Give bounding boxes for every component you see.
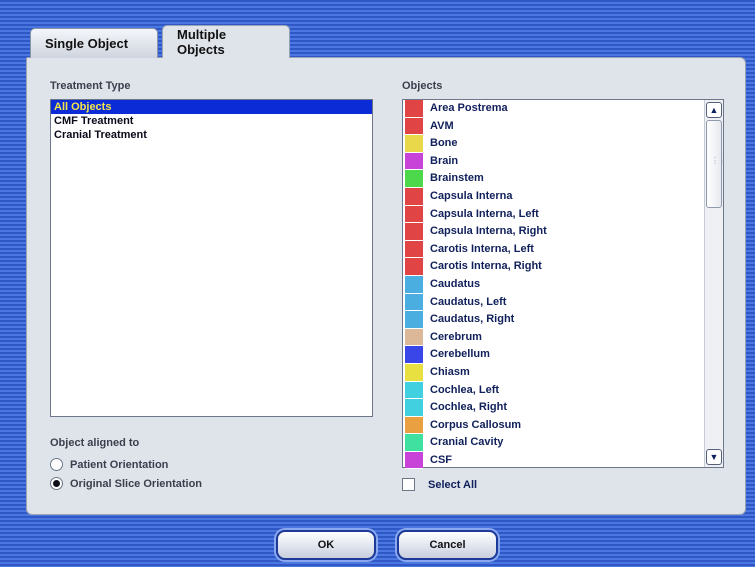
- objects-scrollbar[interactable]: ▲ ⋮⋮ ▼: [704, 100, 727, 467]
- color-swatch: [405, 328, 423, 347]
- object-name: Cerebrum: [430, 330, 482, 343]
- treatment-type-label: Treatment Type: [50, 80, 131, 92]
- color-swatch: [405, 240, 423, 259]
- treatment-type-item[interactable]: CMF Treatment: [51, 114, 372, 128]
- select-all-row[interactable]: Select All: [402, 478, 477, 491]
- object-name: Area Postrema: [430, 102, 508, 114]
- color-swatch: [405, 135, 423, 153]
- color-swatch: [405, 311, 423, 329]
- object-name: Brain: [430, 154, 459, 167]
- object-list-item[interactable]: Caudatus, Left: [405, 293, 703, 312]
- color-swatch: [405, 363, 423, 382]
- tab-single-object[interactable]: Single Object: [30, 28, 158, 58]
- color-swatch: [405, 399, 423, 417]
- object-name: Corpus Callosum: [430, 418, 522, 431]
- treatment-type-item[interactable]: All Objects: [51, 100, 372, 114]
- objects-label: Objects: [402, 80, 443, 92]
- color-swatch: [405, 187, 423, 206]
- patient-orientation-radio-row[interactable]: Patient Orientation: [50, 458, 168, 471]
- object-list-item[interactable]: Corpus Callosum: [405, 416, 703, 435]
- object-name: Capsula Interna, Right: [430, 225, 547, 238]
- object-list-item[interactable]: CSF: [405, 451, 703, 470]
- object-name: Cranial Cavity: [430, 436, 504, 449]
- object-name: Caudatus, Right: [430, 313, 515, 326]
- object-list-item[interactable]: Capsula Interna, Left: [405, 205, 703, 224]
- object-list-item[interactable]: Capsula Interna, Right: [405, 223, 703, 241]
- scroll-thumb[interactable]: ⋮⋮: [706, 120, 727, 208]
- object-list-item[interactable]: Chiasm: [405, 363, 703, 382]
- color-swatch: [405, 100, 423, 118]
- object-name: Carotis Interna, Left: [430, 242, 534, 255]
- object-list-item[interactable]: Cerebrum: [405, 328, 703, 347]
- object-aligned-label: Object aligned to: [50, 437, 140, 449]
- object-name: Cochlea, Left: [430, 383, 500, 396]
- object-list-item[interactable]: Brainstem: [405, 170, 703, 188]
- select-all-checkbox[interactable]: [402, 478, 415, 491]
- object-list-item[interactable]: Bone: [405, 135, 703, 153]
- color-swatch: [405, 434, 423, 452]
- color-swatch: [405, 152, 423, 171]
- object-name: Caudatus: [430, 277, 481, 290]
- treatment-type-item[interactable]: Cranial Treatment: [51, 128, 372, 142]
- patient-orientation-radio[interactable]: [50, 458, 63, 471]
- original-slice-orientation-radio-row[interactable]: Original Slice Orientation: [50, 477, 202, 490]
- ok-button[interactable]: OK: [276, 530, 376, 560]
- cancel-button[interactable]: Cancel: [397, 530, 498, 560]
- multiple-objects-panel: Treatment Type All Objects CMF Treatment C…: [26, 57, 746, 515]
- object-list-item[interactable]: Cochlea, Left: [405, 381, 703, 400]
- color-swatch: [405, 223, 423, 241]
- object-name: Brainstem: [430, 172, 484, 185]
- patient-orientation-label: Patient Orientation: [70, 458, 169, 471]
- color-swatch: [405, 416, 423, 435]
- object-list-item[interactable]: Carotis Interna, Right: [405, 258, 703, 276]
- object-list-item[interactable]: Brain: [405, 152, 703, 171]
- object-list-item[interactable]: Cerebellum: [405, 346, 703, 364]
- color-swatch: [405, 293, 423, 312]
- scroll-up-icon[interactable]: ▲: [706, 102, 722, 118]
- object-name: Bone: [430, 137, 458, 150]
- object-name: Carotis Interna, Right: [430, 260, 542, 273]
- grip-icon: ⋮⋮: [711, 156, 727, 165]
- object-list-item[interactable]: Caudatus, Right: [405, 311, 703, 329]
- object-name: Cochlea, Right: [430, 401, 508, 414]
- color-swatch: [405, 170, 423, 188]
- object-name: Capsula Interna: [430, 189, 513, 202]
- scroll-down-icon[interactable]: ▼: [706, 449, 722, 465]
- tab-bar: Single Object Multiple Objects: [30, 25, 294, 58]
- object-name: Caudatus, Left: [430, 295, 507, 308]
- color-swatch: [405, 381, 423, 400]
- color-swatch: [405, 258, 423, 276]
- color-swatch: [405, 117, 423, 136]
- color-swatch: [405, 205, 423, 224]
- treatment-type-list[interactable]: All Objects CMF Treatment Cranial Treatmen…: [50, 99, 373, 417]
- object-list-item[interactable]: Cochlea, Right: [405, 399, 703, 417]
- object-list-item[interactable]: Capsula Interna: [405, 187, 703, 206]
- color-swatch: [405, 275, 423, 294]
- select-all-label: Select All: [428, 478, 478, 491]
- object-list-item[interactable]: Caudatus: [405, 275, 703, 294]
- tab-multiple-objects[interactable]: Multiple Objects: [162, 25, 290, 58]
- original-slice-orientation-radio[interactable]: [50, 477, 63, 490]
- original-slice-orientation-label: Original Slice Orientation: [70, 477, 203, 490]
- object-name: Cerebellum: [430, 348, 490, 361]
- color-swatch: [405, 346, 423, 364]
- object-name: CSF: [430, 453, 452, 466]
- object-name: Capsula Interna, Left: [430, 207, 539, 220]
- object-list-item[interactable]: Area Postrema: [405, 100, 703, 118]
- object-list-item[interactable]: Cranial Cavity: [405, 434, 703, 452]
- object-name: Chiasm: [430, 365, 470, 378]
- object-list-item[interactable]: Carotis Interna, Left: [405, 240, 703, 259]
- objects-list[interactable]: Area Postrema AVM Bone Brain Brainstem Capsul…: [402, 99, 727, 470]
- color-swatch: [405, 451, 423, 470]
- object-name: AVM: [430, 119, 454, 132]
- object-list-item[interactable]: AVM: [405, 117, 703, 136]
